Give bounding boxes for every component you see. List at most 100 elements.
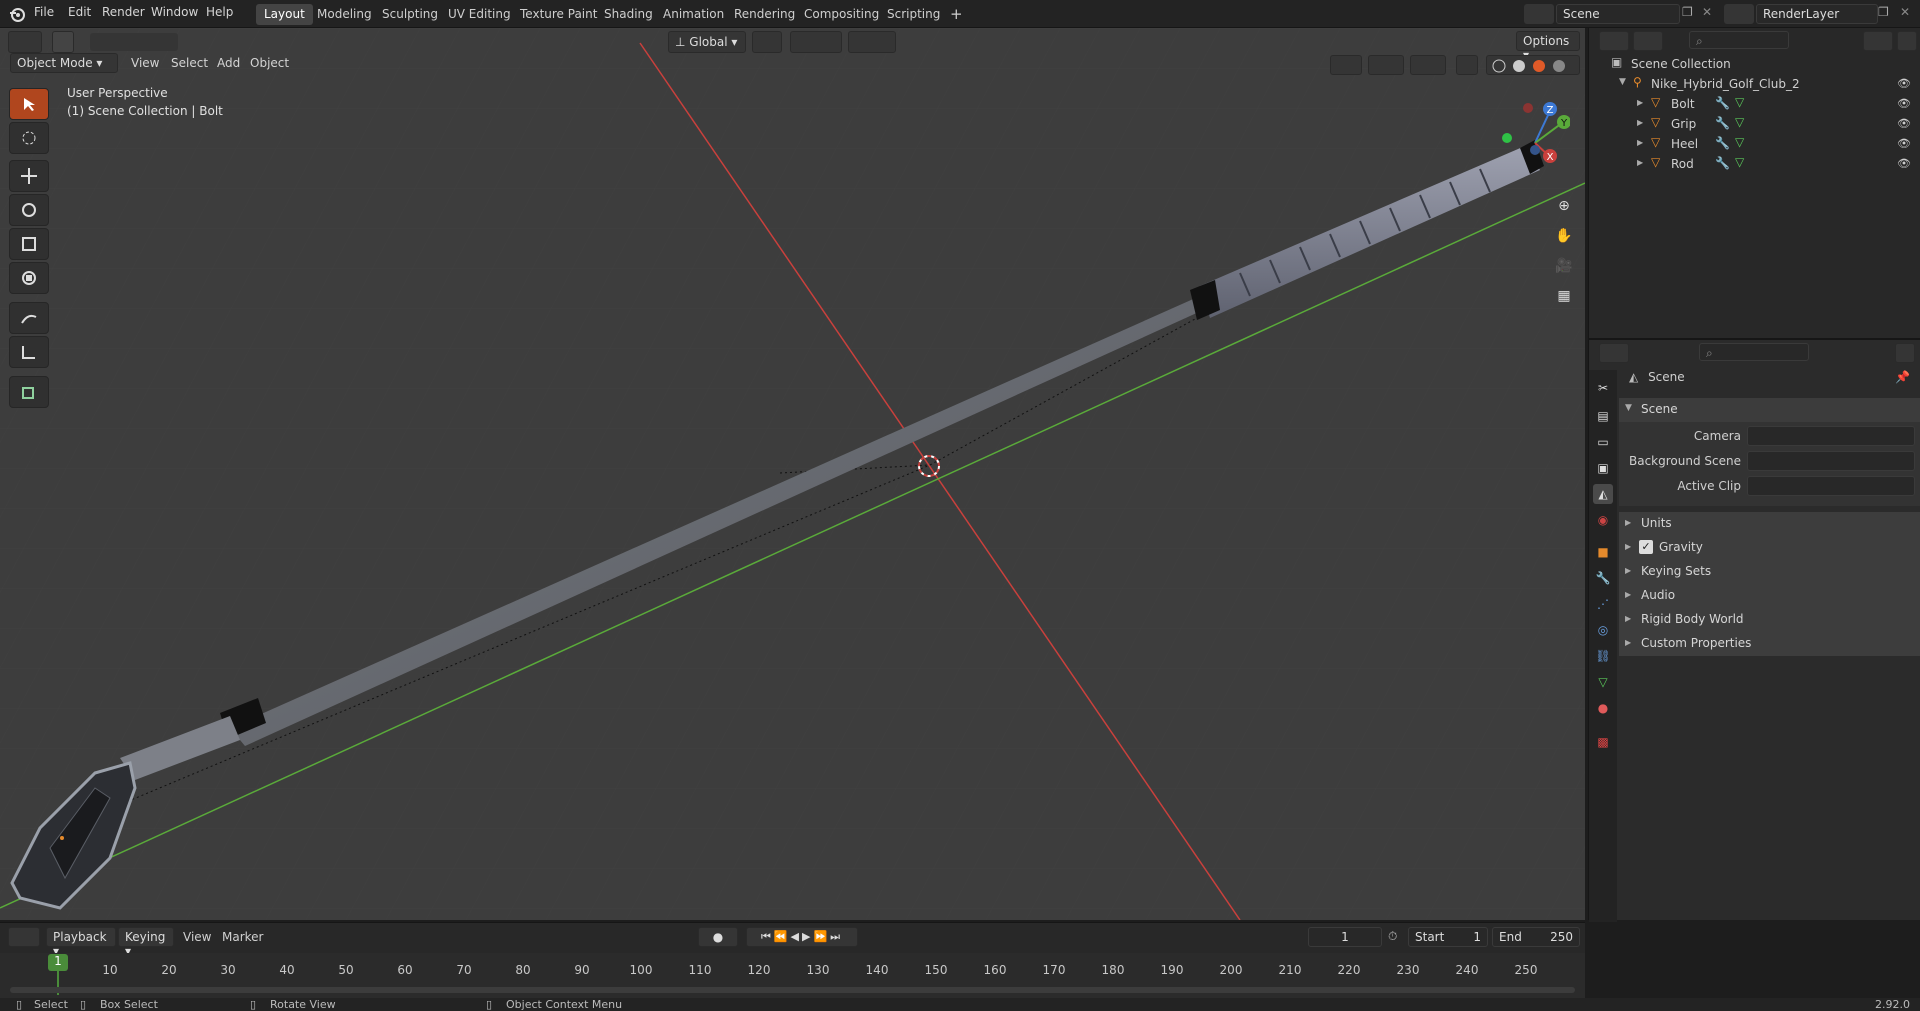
add-workspace-button[interactable]: + (942, 2, 971, 23)
timeline-scrollbar[interactable] (10, 987, 1575, 993)
object-tab-icon[interactable]: ■ (1593, 542, 1613, 562)
scale-tool[interactable] (9, 228, 49, 260)
properties-options-icon[interactable] (1895, 343, 1915, 363)
scene-name-field[interactable]: Scene (1556, 4, 1680, 24)
gravity-checkbox[interactable]: ✓ (1639, 540, 1653, 554)
modifier-icon[interactable]: 🔧 (1715, 156, 1730, 170)
camera-field[interactable] (1747, 426, 1915, 446)
outliner-item-heel[interactable]: ▶ ▽ Heel 🔧 ▽ 👁 (1589, 134, 1920, 154)
tab-shading[interactable]: Shading (596, 4, 661, 25)
texture-tab-icon[interactable]: ▩ (1593, 732, 1613, 752)
options-dropdown[interactable]: Options ▾ (1516, 31, 1580, 62)
render-tab-icon[interactable]: ▤ (1593, 406, 1613, 426)
expand-arrow-icon[interactable]: ▶ (1625, 638, 1631, 647)
xray-toggle-icon[interactable] (1456, 55, 1478, 75)
tab-rendering[interactable]: Rendering (726, 4, 803, 25)
particles-tab-icon[interactable]: ⋰ (1593, 594, 1613, 614)
menu-help[interactable]: Help (206, 5, 233, 19)
modifier-icon[interactable]: 🔧 (1715, 96, 1730, 110)
expand-arrow-icon[interactable]: ▶ (1625, 566, 1631, 575)
visibility-eye-icon[interactable]: 👁 (1897, 117, 1911, 130)
expand-arrow-icon[interactable]: ▶ (1637, 158, 1643, 167)
modifier-tab-icon[interactable]: 🔧 (1593, 568, 1613, 588)
snap-icon[interactable] (790, 31, 842, 53)
world-tab-icon[interactable]: ◉ (1593, 510, 1613, 530)
new-collection-icon[interactable] (1897, 31, 1917, 51)
record-icon[interactable]: ● (698, 927, 738, 947)
new-scene-icon[interactable]: ❐ (1682, 5, 1700, 23)
expand-arrow-icon[interactable]: ▶ (1625, 518, 1631, 527)
outliner-editor-type-icon[interactable] (1599, 31, 1629, 51)
new-view-layer-icon[interactable]: ❐ (1878, 5, 1896, 23)
mesh-data-icon[interactable]: ▽ (1735, 135, 1744, 149)
audio-panel[interactable]: ▶ Audio (1619, 584, 1920, 608)
constraints-tab-icon[interactable]: ⛓ (1593, 646, 1613, 666)
visibility-eye-icon[interactable]: 👁 (1897, 77, 1911, 90)
tab-animation[interactable]: Animation (655, 4, 732, 25)
mesh-data-icon[interactable]: ▽ (1735, 155, 1744, 169)
annotate-tool[interactable] (9, 302, 49, 334)
active-clip-field[interactable] (1747, 476, 1915, 496)
overlay-toggle-icon[interactable] (1410, 55, 1446, 75)
collection-row[interactable]: ▼ ⚲ Nike_Hybrid_Golf_Club_2 👁 (1589, 74, 1920, 94)
pin-icon[interactable]: 📌 (1895, 370, 1910, 384)
scene-selector-icon[interactable] (1524, 4, 1554, 24)
scene-collection-row[interactable]: ▣ Scene Collection (1589, 54, 1920, 74)
navigation-gizmo[interactable]: Z Y X (1490, 93, 1570, 188)
menu-add[interactable]: Add (217, 56, 240, 70)
playhead-marker[interactable]: 1 (48, 954, 68, 971)
properties-search-input[interactable]: ⌕ (1699, 343, 1809, 361)
keying-dropdown[interactable]: Keying ▾ (118, 927, 174, 958)
playback-controls[interactable]: ⏮⏪◀▶⏩⏭ (746, 927, 858, 947)
select-box-tool[interactable] (9, 88, 49, 120)
measure-tool[interactable] (9, 336, 49, 368)
expand-arrow-icon[interactable]: ▶ (1625, 614, 1631, 623)
expand-arrow-icon[interactable]: ▶ (1625, 542, 1631, 551)
custom-properties-panel[interactable]: ▶ Custom Properties (1619, 632, 1920, 656)
tab-layout[interactable]: Layout (256, 4, 313, 25)
object-mode-dropdown[interactable]: Object Mode ▾ (10, 53, 118, 73)
material-tab-icon[interactable]: ● (1593, 698, 1613, 718)
rotate-tool[interactable] (9, 194, 49, 226)
rigid-body-world-panel[interactable]: ▶ Rigid Body World (1619, 608, 1920, 632)
editor-type-icon[interactable] (8, 31, 42, 53)
menu-window[interactable]: Window (151, 5, 198, 19)
menu-render[interactable]: Render (102, 5, 145, 19)
mesh-data-icon[interactable]: ▽ (1735, 95, 1744, 109)
transform-tool[interactable] (9, 262, 49, 294)
ortho-grid-icon[interactable]: ▦ (1552, 288, 1576, 312)
scene-tab-icon[interactable]: ◭ (1593, 484, 1613, 504)
tab-uv-editing[interactable]: UV Editing (440, 4, 519, 25)
units-panel[interactable]: ▶ Units (1619, 512, 1920, 536)
cursor-tool[interactable] (9, 122, 49, 154)
physics-tab-icon[interactable]: ◎ (1593, 620, 1613, 640)
add-cube-tool[interactable] (9, 376, 49, 408)
visibility-eye-icon[interactable]: 👁 (1897, 157, 1911, 170)
end-frame-field[interactable]: End 250 (1492, 927, 1580, 947)
delete-scene-icon[interactable]: ✕ (1702, 5, 1720, 23)
move-tool[interactable] (9, 160, 49, 192)
expand-arrow-icon[interactable]: ▶ (1625, 590, 1631, 599)
start-frame-field[interactable]: Start 1 (1408, 927, 1488, 947)
properties-editor-type-icon[interactable] (1599, 343, 1629, 363)
shading-mode-buttons[interactable] (1486, 55, 1580, 75)
expand-arrow-icon[interactable]: ▶ (1637, 138, 1643, 147)
proportional-edit-icon[interactable] (848, 31, 896, 53)
playback-dropdown[interactable]: Playback ▾ (46, 927, 116, 958)
scene-section-header[interactable]: ▼ Scene (1619, 398, 1920, 422)
tool-tab-icon[interactable]: ✂ (1593, 378, 1613, 398)
gizmo-toggle-icon[interactable] (1368, 55, 1404, 75)
data-tab-icon[interactable]: ▽ (1593, 672, 1613, 692)
view-layer-selector-icon[interactable] (1724, 4, 1754, 24)
selection-mode-buttons[interactable] (90, 33, 178, 51)
gravity-panel[interactable]: ▶ ✓ Gravity (1619, 536, 1920, 560)
output-tab-icon[interactable]: ▭ (1593, 432, 1613, 452)
display-mode-icon[interactable] (1633, 31, 1663, 51)
pan-hand-icon[interactable]: ✋ (1552, 228, 1576, 252)
modifier-icon[interactable]: 🔧 (1715, 136, 1730, 150)
view-layer-field[interactable]: RenderLayer (1756, 4, 1878, 24)
preview-range-icon[interactable]: ⏱ (1388, 929, 1397, 944)
menu-object[interactable]: Object (250, 56, 289, 70)
collapse-arrow-icon[interactable]: ▼ (1619, 77, 1626, 87)
tab-sculpting[interactable]: Sculpting (374, 4, 446, 25)
